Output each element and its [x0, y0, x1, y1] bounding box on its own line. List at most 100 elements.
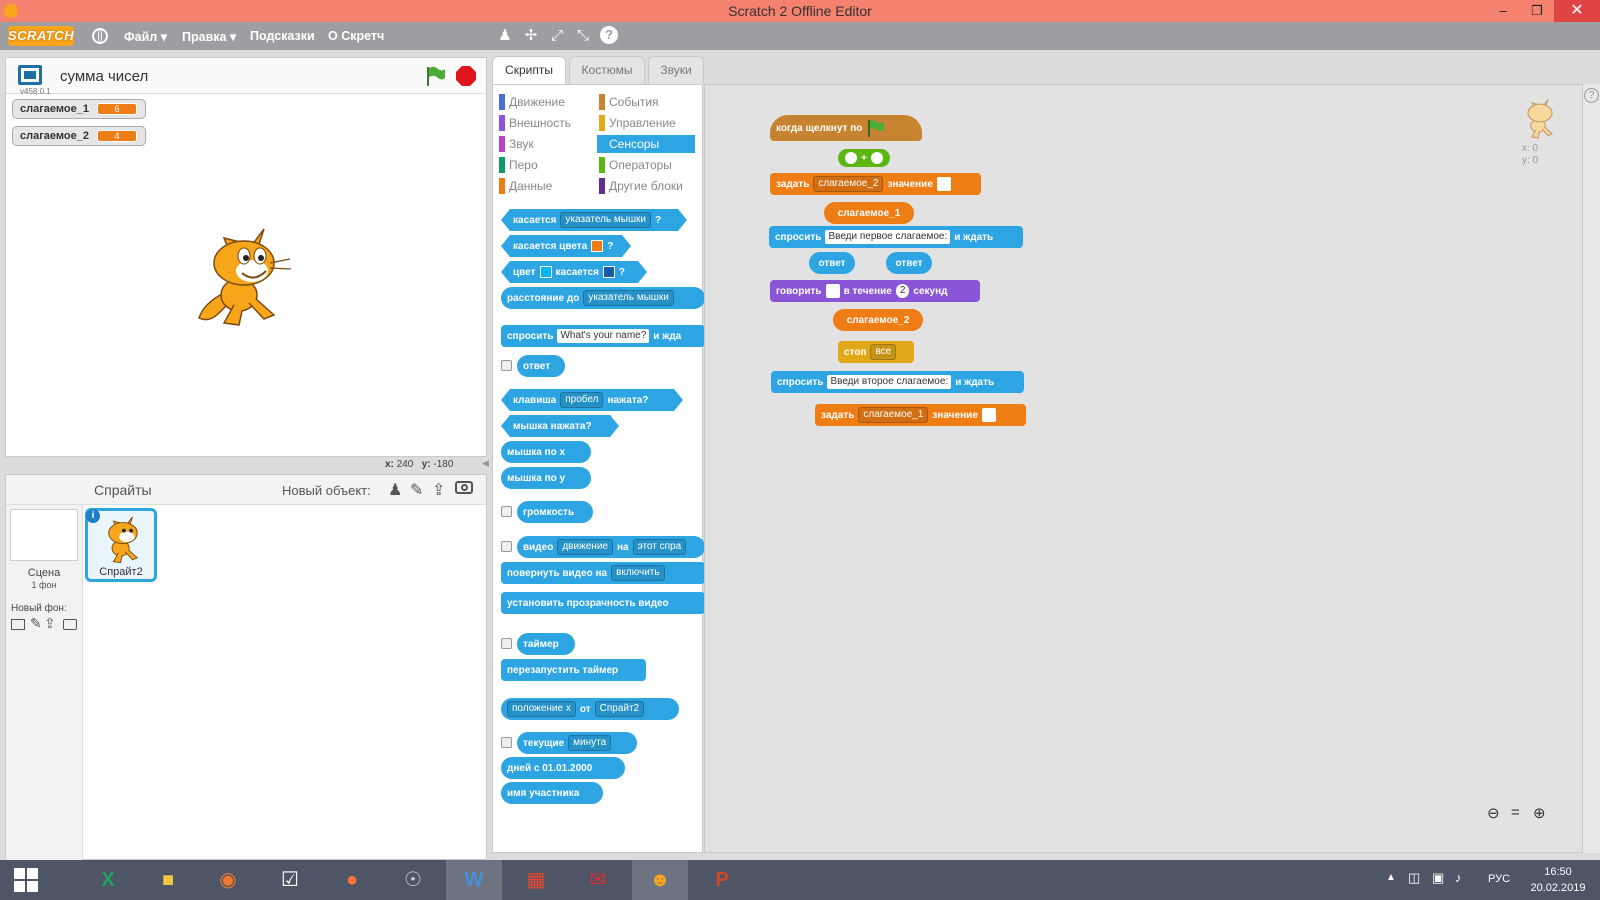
block-ask-and-wait[interactable]: спросить Введи второе слагаемое: и ждать — [771, 371, 1024, 393]
scratch-taskbar-icon[interactable]: ☻ — [632, 860, 688, 900]
powerpoint-icon[interactable]: P — [694, 860, 750, 900]
fullscreen-icon[interactable] — [18, 65, 42, 85]
shrink-icon[interactable]: ⤡ — [574, 27, 592, 45]
category-3[interactable]: Внешность — [497, 114, 595, 132]
tab-scripts[interactable]: Скрипты — [492, 56, 566, 85]
block-variable-reporter[interactable]: слагаемое_1 — [824, 202, 914, 224]
block-ask-and-wait[interactable]: спросить Введи первое слагаемое: и ждать — [769, 226, 1023, 248]
checkbox[interactable] — [501, 737, 512, 748]
category-2[interactable]: События — [597, 93, 695, 111]
color-swatch[interactable] — [540, 266, 552, 278]
tray-arrow-icon[interactable]: ▲ — [1386, 872, 1396, 883]
block-days-since[interactable]: дней с 01.01.2000 — [501, 757, 625, 779]
category-7[interactable]: Перо — [497, 156, 595, 174]
film-icon[interactable]: ☉ — [385, 860, 441, 900]
language-indicator[interactable]: РУС — [1488, 873, 1510, 885]
block-timer[interactable]: таймер — [517, 633, 575, 655]
zoom-reset-icon[interactable]: = — [1511, 804, 1520, 821]
block-set-variable[interactable]: задать слагаемое_2 значение — [770, 173, 981, 195]
backdrop-library-icon[interactable] — [11, 619, 25, 630]
tab-costumes[interactable]: Костюмы — [569, 56, 645, 84]
checkbox[interactable] — [501, 506, 512, 517]
block-variable-reporter[interactable]: слагаемое_2 — [833, 309, 923, 331]
block-mouse-y[interactable]: мышка по y — [501, 467, 591, 489]
firefox-icon[interactable]: ● — [324, 860, 380, 900]
duplicate-icon[interactable]: ♟ — [496, 27, 514, 45]
backdrop-upload-icon[interactable]: ⇪ — [44, 615, 56, 632]
block-when-flag-clicked[interactable]: когда щелкнут по — [770, 115, 922, 141]
help-icon[interactable]: ? — [600, 26, 618, 44]
zoom-out-icon[interactable]: ⊖ — [1487, 804, 1500, 822]
block-mouse-x[interactable]: мышка по x — [501, 441, 591, 463]
category-1[interactable]: Движение — [497, 93, 595, 111]
block-answer-reporter[interactable]: ответ — [809, 252, 855, 274]
tasks-icon[interactable]: ☑ — [262, 860, 318, 900]
camera-icon[interactable] — [455, 481, 473, 494]
presentation-app-icon[interactable]: ▦ — [508, 860, 564, 900]
category-6[interactable]: Сенсоры — [597, 135, 695, 153]
backdrop-camera-icon[interactable] — [63, 619, 77, 630]
grow-icon[interactable]: ⤢ — [548, 27, 566, 45]
menu-tips[interactable]: Подсказки — [250, 29, 315, 43]
block-key-pressed[interactable]: клавиша пробел нажата? — [501, 389, 683, 411]
blender-icon[interactable]: ◉ — [200, 860, 256, 900]
cat-sprite[interactable] — [194, 223, 294, 328]
block-distance-to[interactable]: расстояние до указатель мышки — [501, 287, 705, 309]
tips-icon[interactable]: ? — [1584, 88, 1599, 103]
block-turn-video[interactable]: повернуть видео на включить — [501, 562, 705, 584]
block-answer-reporter[interactable]: ответ — [886, 252, 932, 274]
volume-icon[interactable]: ♪ — [1455, 870, 1462, 885]
project-name[interactable]: сумма чисел — [60, 68, 148, 85]
block-say-for-secs[interactable]: говорить в течение 2 секунд — [770, 280, 980, 302]
block-set-variable[interactable]: задать слагаемое_1 значение — [815, 404, 1026, 426]
close-button[interactable]: ✕ — [1554, 0, 1600, 22]
block-touching[interactable]: касается указатель мышки? — [501, 209, 687, 231]
paint-icon[interactable]: ✎ — [410, 480, 423, 500]
folder-icon[interactable]: ■ — [140, 860, 196, 900]
block-of[interactable]: положение x от Спрайт2 — [501, 698, 679, 720]
category-10[interactable]: Другие блоки — [597, 177, 695, 195]
menu-file[interactable]: Файл ▾ — [124, 29, 167, 44]
block-mouse-down[interactable]: мышка нажата? — [501, 415, 619, 437]
display-icon[interactable]: ▣ — [1432, 870, 1444, 886]
block-answer[interactable]: ответ — [517, 355, 565, 377]
category-9[interactable]: Данные — [497, 177, 595, 195]
block-touching-color[interactable]: касается цвета? — [501, 235, 631, 257]
tab-sounds[interactable]: Звуки — [648, 56, 704, 84]
block-current[interactable]: текущие минута — [517, 732, 637, 754]
block-plus[interactable]: + — [838, 149, 890, 167]
block-reset-timer[interactable]: перезапустить таймер — [501, 659, 646, 681]
block-set-transparency[interactable]: установить прозрачность видео — [501, 592, 705, 614]
backdrop-paint-icon[interactable]: ✎ — [30, 615, 42, 632]
green-flag-icon[interactable] — [424, 65, 446, 87]
menu-about[interactable]: О Скретч — [328, 29, 384, 43]
stop-icon[interactable] — [455, 65, 477, 87]
checkbox[interactable] — [501, 638, 512, 649]
color-swatch[interactable] — [591, 240, 603, 252]
clock-date[interactable]: 20.02.2019 — [1528, 882, 1588, 894]
minimize-button[interactable]: – — [1486, 0, 1520, 22]
block-ask[interactable]: спросить What's your name? и жда — [501, 325, 705, 347]
category-8[interactable]: Операторы — [597, 156, 695, 174]
scratch-logo[interactable]: SCRATCH — [8, 26, 74, 46]
word-icon[interactable]: W — [446, 860, 502, 900]
sprite-tile[interactable]: i Спрайт2 — [85, 508, 157, 582]
delete-icon[interactable]: ✢ — [522, 27, 540, 45]
category-5[interactable]: Звук — [497, 135, 595, 153]
stage-thumbnail[interactable] — [10, 509, 78, 561]
block-username[interactable]: имя участника — [501, 782, 603, 804]
block-video[interactable]: видео движение на этот спра — [517, 536, 705, 558]
excel-icon[interactable]: X — [80, 860, 136, 900]
block-loudness[interactable]: громкость — [517, 501, 593, 523]
checkbox[interactable] — [501, 360, 512, 371]
collapse-stage-icon[interactable]: ◀ — [482, 458, 490, 470]
clock-time[interactable]: 16:50 — [1528, 866, 1588, 878]
checkbox[interactable] — [501, 541, 512, 552]
category-4[interactable]: Управление — [597, 114, 695, 132]
zoom-in-icon[interactable]: ⊕ — [1533, 804, 1546, 822]
choose-sprite-icon[interactable]: ♟ — [388, 480, 402, 500]
block-stop[interactable]: стоп все — [838, 341, 914, 363]
tips-sidebar[interactable]: ? — [1582, 84, 1600, 853]
globe-icon[interactable] — [92, 28, 108, 44]
network-icon[interactable]: ◫ — [1408, 870, 1420, 886]
